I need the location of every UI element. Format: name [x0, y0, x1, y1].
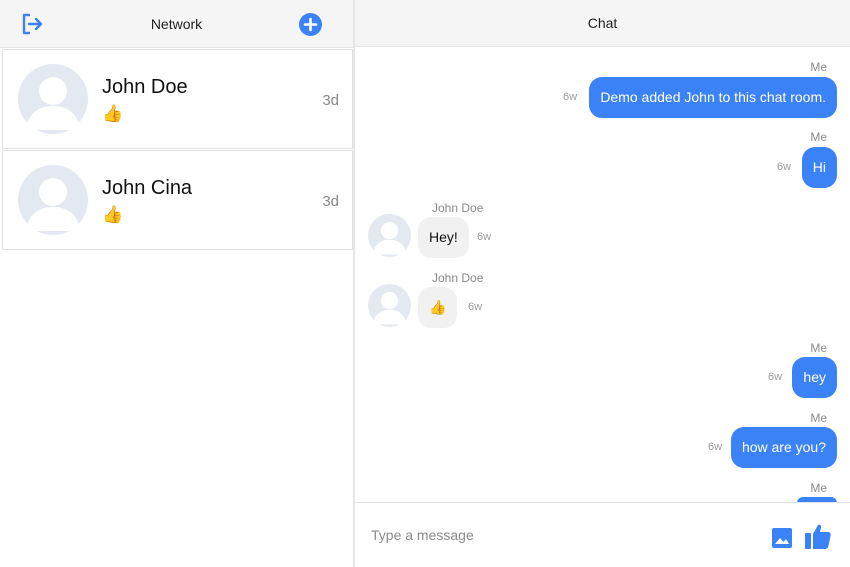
message-time: 6w: [708, 441, 723, 453]
message-composer: [355, 502, 850, 567]
message-bubble: how are you?: [730, 427, 837, 468]
conversation-preview: 👍: [102, 205, 124, 224]
message-sender: John Doe: [432, 271, 484, 285]
message-sender: Me: [810, 130, 827, 144]
network-header: Network: [0, 0, 353, 48]
message-bubble: 👍: [418, 287, 458, 328]
thumbs-up-icon[interactable]: [803, 521, 833, 551]
message-sender: Me: [810, 481, 827, 495]
message-bubble: Hi: [801, 147, 837, 188]
conversation-time: 3d: [322, 193, 339, 210]
conversation-item[interactable]: John Doe 👍 3d: [2, 49, 353, 149]
message-sender: Me: [810, 411, 827, 425]
message-time: 6w: [468, 301, 483, 313]
avatar: [368, 284, 411, 327]
message-sender: Me: [810, 341, 827, 355]
image-icon[interactable]: [771, 527, 793, 549]
conversation-time: 3d: [322, 92, 339, 109]
message-input[interactable]: [371, 523, 731, 547]
chat-panel: Chat Me Demo added John to this chat roo…: [355, 0, 850, 567]
message-time: 6w: [768, 371, 783, 383]
message-time: 6w: [777, 161, 792, 173]
conversation-preview: 👍: [102, 104, 124, 123]
avatar: [18, 165, 88, 235]
message-sender: John Doe: [432, 201, 484, 215]
conversation-item[interactable]: John Cina 👍 3d: [2, 150, 353, 250]
avatar: [368, 214, 411, 257]
plus-icon[interactable]: [299, 13, 322, 36]
conversation-name: John Cina: [102, 177, 193, 199]
avatar: [18, 64, 88, 134]
chat-app: Network John Doe 👍 3d John Cina 👍 3d Cha…: [0, 0, 850, 567]
message-bubble: Hey!: [418, 217, 469, 258]
message-sender: Me: [810, 60, 827, 74]
chat-header: Chat: [355, 0, 850, 47]
network-panel: Network John Doe 👍 3d John Cina 👍 3d: [0, 0, 355, 567]
message-bubble: hey: [792, 357, 837, 398]
chat-title: Chat: [587, 15, 618, 31]
conversation-name: John Doe: [102, 76, 188, 98]
message-time: 6w: [477, 231, 492, 243]
message-bubble: Demo added John to this chat room.: [589, 77, 837, 118]
message-time: 6w: [563, 91, 578, 103]
